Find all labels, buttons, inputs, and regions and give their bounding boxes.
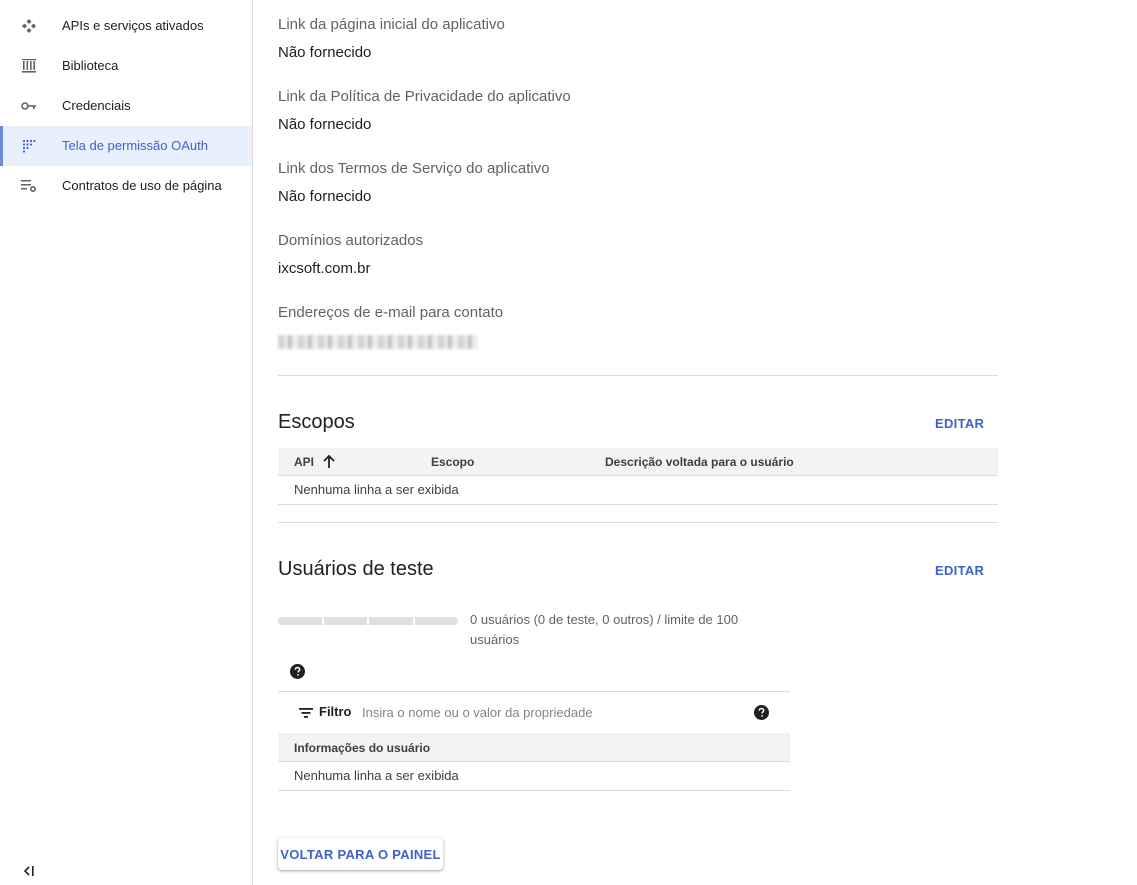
sort-ascending-icon[interactable] [322, 454, 336, 470]
test-users-title: Usuários de teste [278, 558, 434, 580]
homepage-link-label: Link da página inicial do aplicativo [278, 16, 505, 33]
contact-email-redacted [278, 335, 478, 349]
sidebar-item-page-agreements[interactable]: Contratos de uso de página [0, 166, 252, 206]
authorized-domains-label: Domínios autorizados [278, 232, 424, 249]
column-header-api[interactable]: API [294, 454, 314, 470]
terms-of-service-value: Não fornecido [278, 188, 372, 205]
key-icon [20, 97, 38, 115]
sidebar-nav: APIs e serviços ativados Biblioteca Cred… [0, 6, 252, 206]
column-header-user-info[interactable]: Informações do usuário [294, 740, 430, 756]
filter-label: Filtro [319, 704, 352, 719]
usage-bar-segment [278, 617, 322, 625]
usage-bar-segment [323, 617, 367, 625]
sidebar-item-oauth-consent[interactable]: Tela de permissão OAuth [0, 126, 252, 166]
collapse-sidebar-icon[interactable] [20, 862, 38, 880]
privacy-policy-label: Link da Política de Privacidade do aplic… [278, 88, 571, 105]
test-users-table-header: Informações do usuário [278, 733, 790, 762]
scopes-empty-text: Nenhuma linha a ser exibida [294, 482, 459, 497]
library-icon [20, 57, 38, 75]
edit-scopes-button[interactable]: EDITAR [935, 416, 984, 432]
terms-of-service-label: Link dos Termos de Serviço do aplicativo [278, 160, 550, 177]
table-row: Nenhuma linha a ser exibida [278, 762, 790, 791]
authorized-domains-value: ixcsoft.com.br [278, 260, 371, 277]
privacy-policy-value: Não fornecido [278, 116, 372, 133]
sidebar-item-apis-services[interactable]: APIs e serviços ativados [0, 6, 252, 46]
sidebar-item-label: Contratos de uso de página [62, 178, 222, 193]
apis-services-icon [20, 17, 38, 35]
sidebar-item-credentials[interactable]: Credenciais [0, 86, 252, 126]
sidebar: APIs e serviços ativados Biblioteca Cred… [0, 0, 253, 885]
filter-icon[interactable] [298, 706, 314, 720]
column-header-description[interactable]: Descrição voltada para o usuário [605, 454, 794, 470]
test-users-usage-text: 0 usuários (0 de teste, 0 outros) / limi… [470, 612, 739, 647]
scopes-table-header: API Escopo Descrição voltada para o usuá… [278, 448, 998, 476]
oauth-consent-icon [20, 137, 38, 155]
sidebar-item-label: APIs e serviços ativados [62, 18, 204, 33]
filter-help-icon[interactable] [754, 705, 769, 720]
filter-bar: Filtro [278, 691, 790, 733]
scopes-title: Escopos [278, 411, 355, 433]
contact-email-label: Endereços de e-mail para contato [278, 304, 504, 321]
test-users-empty-text: Nenhuma linha a ser exibida [294, 768, 459, 783]
test-users-usage-bar [278, 617, 458, 625]
usage-bar-segment [369, 617, 413, 625]
sidebar-item-library[interactable]: Biblioteca [0, 46, 252, 86]
filter-input[interactable] [362, 701, 742, 723]
page-agreements-icon [20, 177, 38, 195]
column-header-scope[interactable]: Escopo [431, 454, 474, 470]
homepage-link-value: Não fornecido [278, 44, 372, 61]
help-icon[interactable] [290, 664, 305, 679]
back-to-dashboard-button[interactable]: VOLTAR PARA O PAINEL [278, 838, 443, 870]
sidebar-item-label: Biblioteca [62, 58, 119, 73]
edit-test-users-button[interactable]: EDITAR [935, 563, 984, 579]
section-divider [278, 522, 998, 523]
table-row: Nenhuma linha a ser exibida [278, 476, 998, 505]
sidebar-item-label: Credenciais [62, 98, 131, 113]
sidebar-item-label: Tela de permissão OAuth [62, 138, 208, 153]
usage-bar-segment [414, 617, 458, 625]
section-divider [278, 375, 998, 376]
